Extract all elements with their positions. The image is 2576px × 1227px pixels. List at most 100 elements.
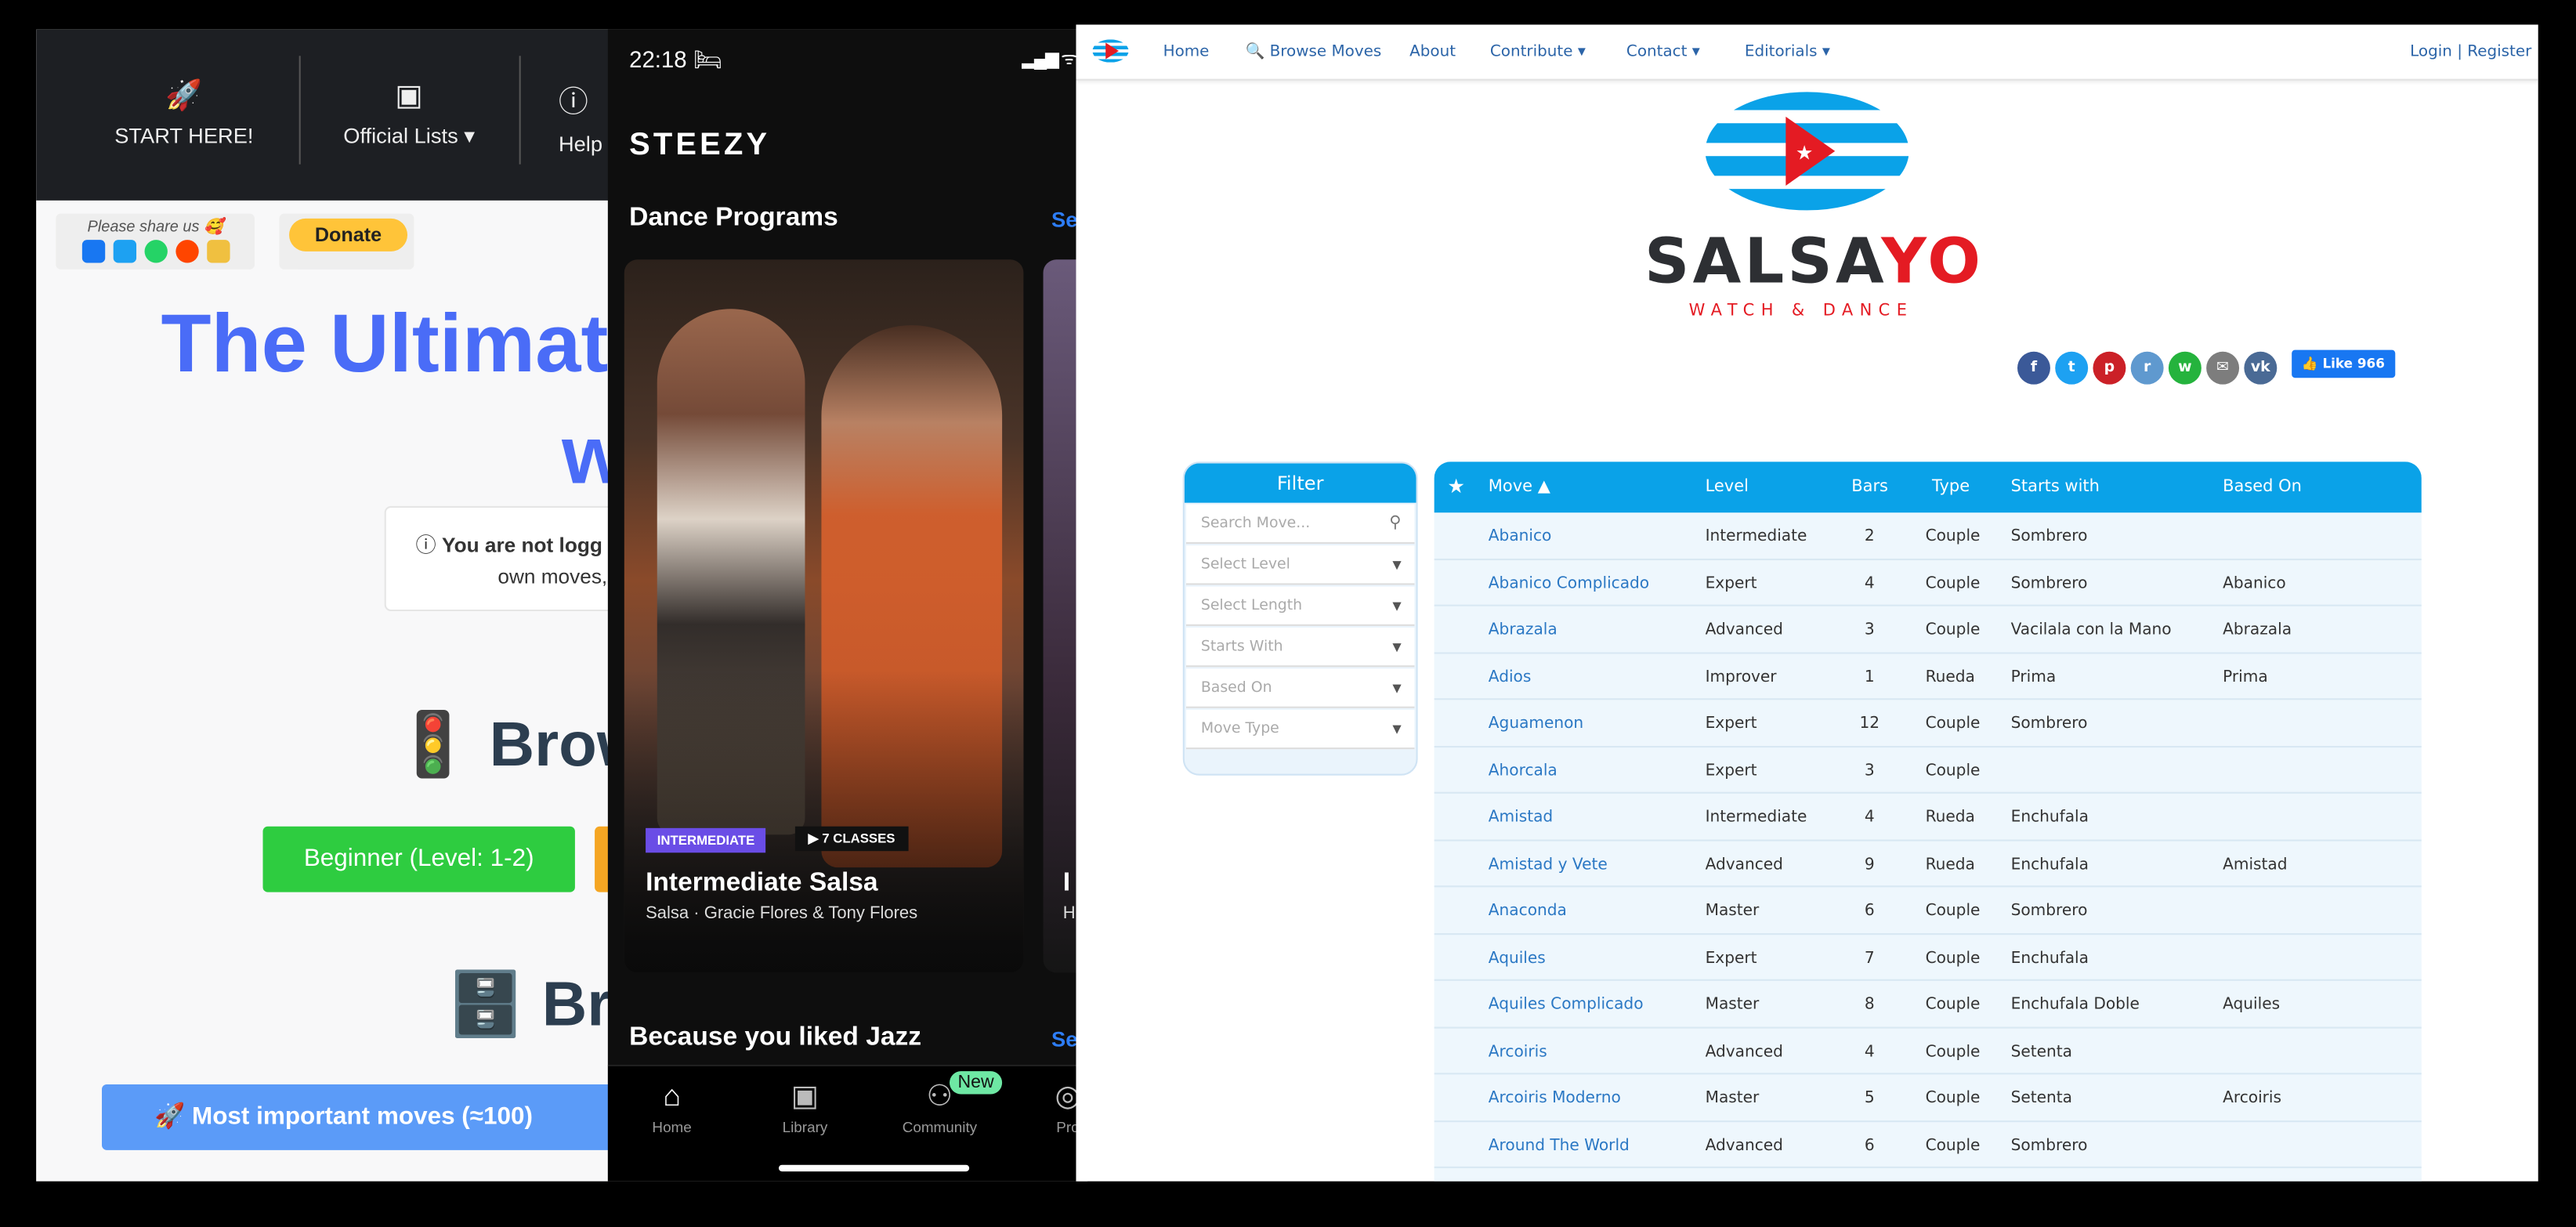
twitter-icon[interactable]: t bbox=[2055, 351, 2089, 385]
cell-move[interactable]: Aquiles Complicado bbox=[1489, 996, 1644, 1014]
table-row[interactable]: Anaconda Master 6 Couple Sombrero bbox=[1434, 887, 2422, 935]
table-row[interactable]: Aguamenon Expert 12 Couple Sombrero bbox=[1434, 700, 2422, 747]
donate-button[interactable]: Donate bbox=[289, 218, 408, 252]
salsayo-logo-emblem: ★ bbox=[1700, 90, 1914, 213]
select-length[interactable]: Select Length ▼ bbox=[1185, 586, 1415, 626]
cell-based-on: Arcoiris bbox=[2223, 1089, 2282, 1108]
cell-type: Rueda bbox=[1925, 855, 1975, 874]
table-row[interactable]: Abanico Complicado Expert 4 Couple Sombrero A… bbox=[1434, 559, 2422, 606]
cell-starts-with: Sombrero bbox=[2010, 902, 2088, 921]
cell-type: Couple bbox=[1925, 761, 1981, 780]
bottom-tab-bar: ⌂Home ▣Library ⚇Community ◎Pro New bbox=[607, 1064, 1078, 1182]
vk-icon[interactable]: vk bbox=[2244, 351, 2278, 385]
tab-library[interactable]: ▣ Library bbox=[747, 1080, 863, 1135]
divider bbox=[298, 56, 301, 165]
see-all-link[interactable]: Se bbox=[1051, 1027, 1077, 1051]
cell-bars: 5 bbox=[1864, 1089, 1875, 1108]
cell-move[interactable]: Adios bbox=[1489, 668, 1532, 686]
cell-level: Intermediate bbox=[1705, 527, 1807, 546]
login-register-link[interactable]: Login | Register bbox=[2410, 43, 2531, 61]
cell-based-on: Prima bbox=[2223, 668, 2268, 686]
copy-icon[interactable] bbox=[206, 240, 230, 263]
cell-level: Expert bbox=[1705, 574, 1757, 592]
see-all-link[interactable]: Se bbox=[1051, 207, 1077, 231]
cell-move[interactable]: Arcoiris Moderno bbox=[1489, 1089, 1621, 1107]
cell-move[interactable]: Anaconda bbox=[1489, 902, 1567, 920]
cell-move[interactable]: Abanico bbox=[1489, 527, 1552, 545]
col-based-on[interactable]: Based On bbox=[2223, 478, 2302, 496]
whatsapp-icon[interactable] bbox=[143, 240, 167, 263]
most-important-moves-button[interactable]: 🚀 Most important moves (≈100) bbox=[102, 1084, 628, 1150]
pinterest-icon[interactable]: p bbox=[2093, 351, 2126, 385]
table-row[interactable]: Adios Improver 1 Rueda Prima Prima bbox=[1434, 653, 2422, 700]
cell-starts-with: Enchufala bbox=[2010, 855, 2089, 874]
table-row[interactable]: Aquiles Expert 7 Couple Enchufala bbox=[1434, 934, 2422, 981]
table-row[interactable]: Aquiles Complicado Master 8 Couple Enchufala… bbox=[1434, 981, 2422, 1028]
nav-contact[interactable]: Contact ▾ bbox=[1626, 43, 1700, 61]
col-type[interactable]: Type bbox=[1932, 478, 1970, 496]
table-row[interactable]: Arcoiris Advanced 4 Couple Setenta bbox=[1434, 1028, 2422, 1075]
table-row[interactable]: Amistad Intermediate 4 Rueda Enchufala bbox=[1434, 794, 2422, 841]
tab-home[interactable]: ⌂ Home bbox=[614, 1080, 729, 1135]
cell-starts-with: Setenta bbox=[2010, 1089, 2073, 1108]
cell-move[interactable]: Aguamenon bbox=[1489, 715, 1583, 733]
nav-about[interactable]: About bbox=[1409, 43, 1456, 61]
star-icon[interactable]: ★ bbox=[1447, 475, 1465, 498]
select-move-type[interactable]: Move Type ▼ bbox=[1185, 709, 1415, 750]
cell-level: Improver bbox=[1705, 668, 1777, 686]
col-bars[interactable]: Bars bbox=[1851, 478, 1888, 496]
beginner-button[interactable]: Beginner (Level: 1-2) bbox=[262, 826, 575, 892]
table-row[interactable]: Ahorcala Expert 3 Couple bbox=[1434, 747, 2422, 794]
cell-move[interactable]: Abanico Complicado bbox=[1489, 574, 1649, 592]
nav-contribute[interactable]: Contribute ▾ bbox=[1490, 43, 1586, 61]
select-starts-with[interactable]: Starts With ▼ bbox=[1185, 628, 1415, 668]
cell-move[interactable]: Arcoiris bbox=[1489, 1042, 1547, 1060]
col-starts-with[interactable]: Starts with bbox=[2011, 478, 2100, 496]
facebook-like-button[interactable]: 👍 Like 966 bbox=[2292, 349, 2395, 378]
cell-move[interactable]: Ahorcala bbox=[1489, 762, 1558, 780]
select-based-on[interactable]: Based On ▼ bbox=[1185, 668, 1415, 708]
cell-type: Couple bbox=[1925, 1089, 1981, 1108]
twitter-icon[interactable] bbox=[112, 240, 136, 263]
cell-level: Advanced bbox=[1705, 621, 1783, 639]
select-level[interactable]: Select Level ▼ bbox=[1185, 545, 1415, 585]
program-card-peek[interactable]: I H bbox=[1043, 259, 1078, 973]
cell-starts-with: Sombrero bbox=[2010, 527, 2088, 546]
cell-level: Master bbox=[1705, 995, 1760, 1014]
logo-icon[interactable] bbox=[1092, 39, 1129, 63]
table-row[interactable]: Abrazala Advanced 3 Couple Vacilala con la M… bbox=[1434, 606, 2422, 653]
table-row[interactable]: Amistad y Vete Advanced 9 Rueda Enchufala Ami… bbox=[1434, 841, 2422, 888]
table-row[interactable]: Arcoiris Moderno Master 5 Couple Setenta Arco… bbox=[1434, 1074, 2422, 1122]
playlist-icon: ▣ bbox=[395, 78, 423, 112]
nav-editorials[interactable]: Editorials ▾ bbox=[1745, 43, 1830, 61]
facebook-icon[interactable] bbox=[81, 240, 105, 263]
reddit-icon[interactable] bbox=[175, 240, 198, 263]
reddit-icon[interactable]: r bbox=[2130, 351, 2164, 385]
col-level[interactable]: Level bbox=[1706, 478, 1749, 496]
cell-move[interactable]: Around The World bbox=[1489, 1136, 1630, 1154]
whatsapp-icon[interactable]: w bbox=[2168, 351, 2202, 385]
nav-browse-moves[interactable]: 🔍 Browse Moves bbox=[1245, 43, 1381, 61]
brand-wordmark: SALSAYO bbox=[1644, 225, 1984, 298]
caret-down-icon: ▼ bbox=[1392, 599, 1402, 614]
cell-move[interactable]: Abrazala bbox=[1489, 621, 1558, 639]
table-row[interactable]: Around The World Advanced 6 Couple Sombrero bbox=[1434, 1121, 2422, 1168]
col-move[interactable]: Move ▲ bbox=[1489, 478, 1550, 496]
program-card[interactable]: INTERMEDIATE ▶ 7 CLASSES Intermediate Sa… bbox=[624, 259, 1024, 973]
nav-home[interactable]: Home bbox=[1163, 43, 1210, 61]
cell-move[interactable]: Amistad y Vete bbox=[1489, 855, 1608, 873]
email-icon[interactable]: ✉ bbox=[2206, 351, 2240, 385]
facebook-icon[interactable]: f bbox=[2017, 351, 2050, 385]
cell-move[interactable]: Amistad bbox=[1489, 809, 1553, 827]
table-row[interactable]: Abanico Intermediate 2 Couple Sombrero bbox=[1434, 512, 2422, 559]
nav-official-lists[interactable]: ▣ Official Lists ▾ bbox=[327, 79, 491, 150]
cell-level: Master bbox=[1705, 1089, 1760, 1108]
tab-profile[interactable]: ◎Pro bbox=[1011, 1080, 1078, 1135]
cell-move[interactable]: Aquiles bbox=[1489, 949, 1546, 967]
search-move-input[interactable]: Search Move... ⚲ bbox=[1185, 504, 1415, 545]
card-title: Intermediate Salsa bbox=[646, 869, 878, 897]
cell-based-on: Abrazala bbox=[2223, 621, 2292, 639]
level-badge: INTERMEDIATE bbox=[646, 827, 767, 853]
cell-type: Couple bbox=[1925, 1042, 1981, 1061]
nav-start-here[interactable]: 🚀 START HERE! bbox=[102, 79, 266, 148]
